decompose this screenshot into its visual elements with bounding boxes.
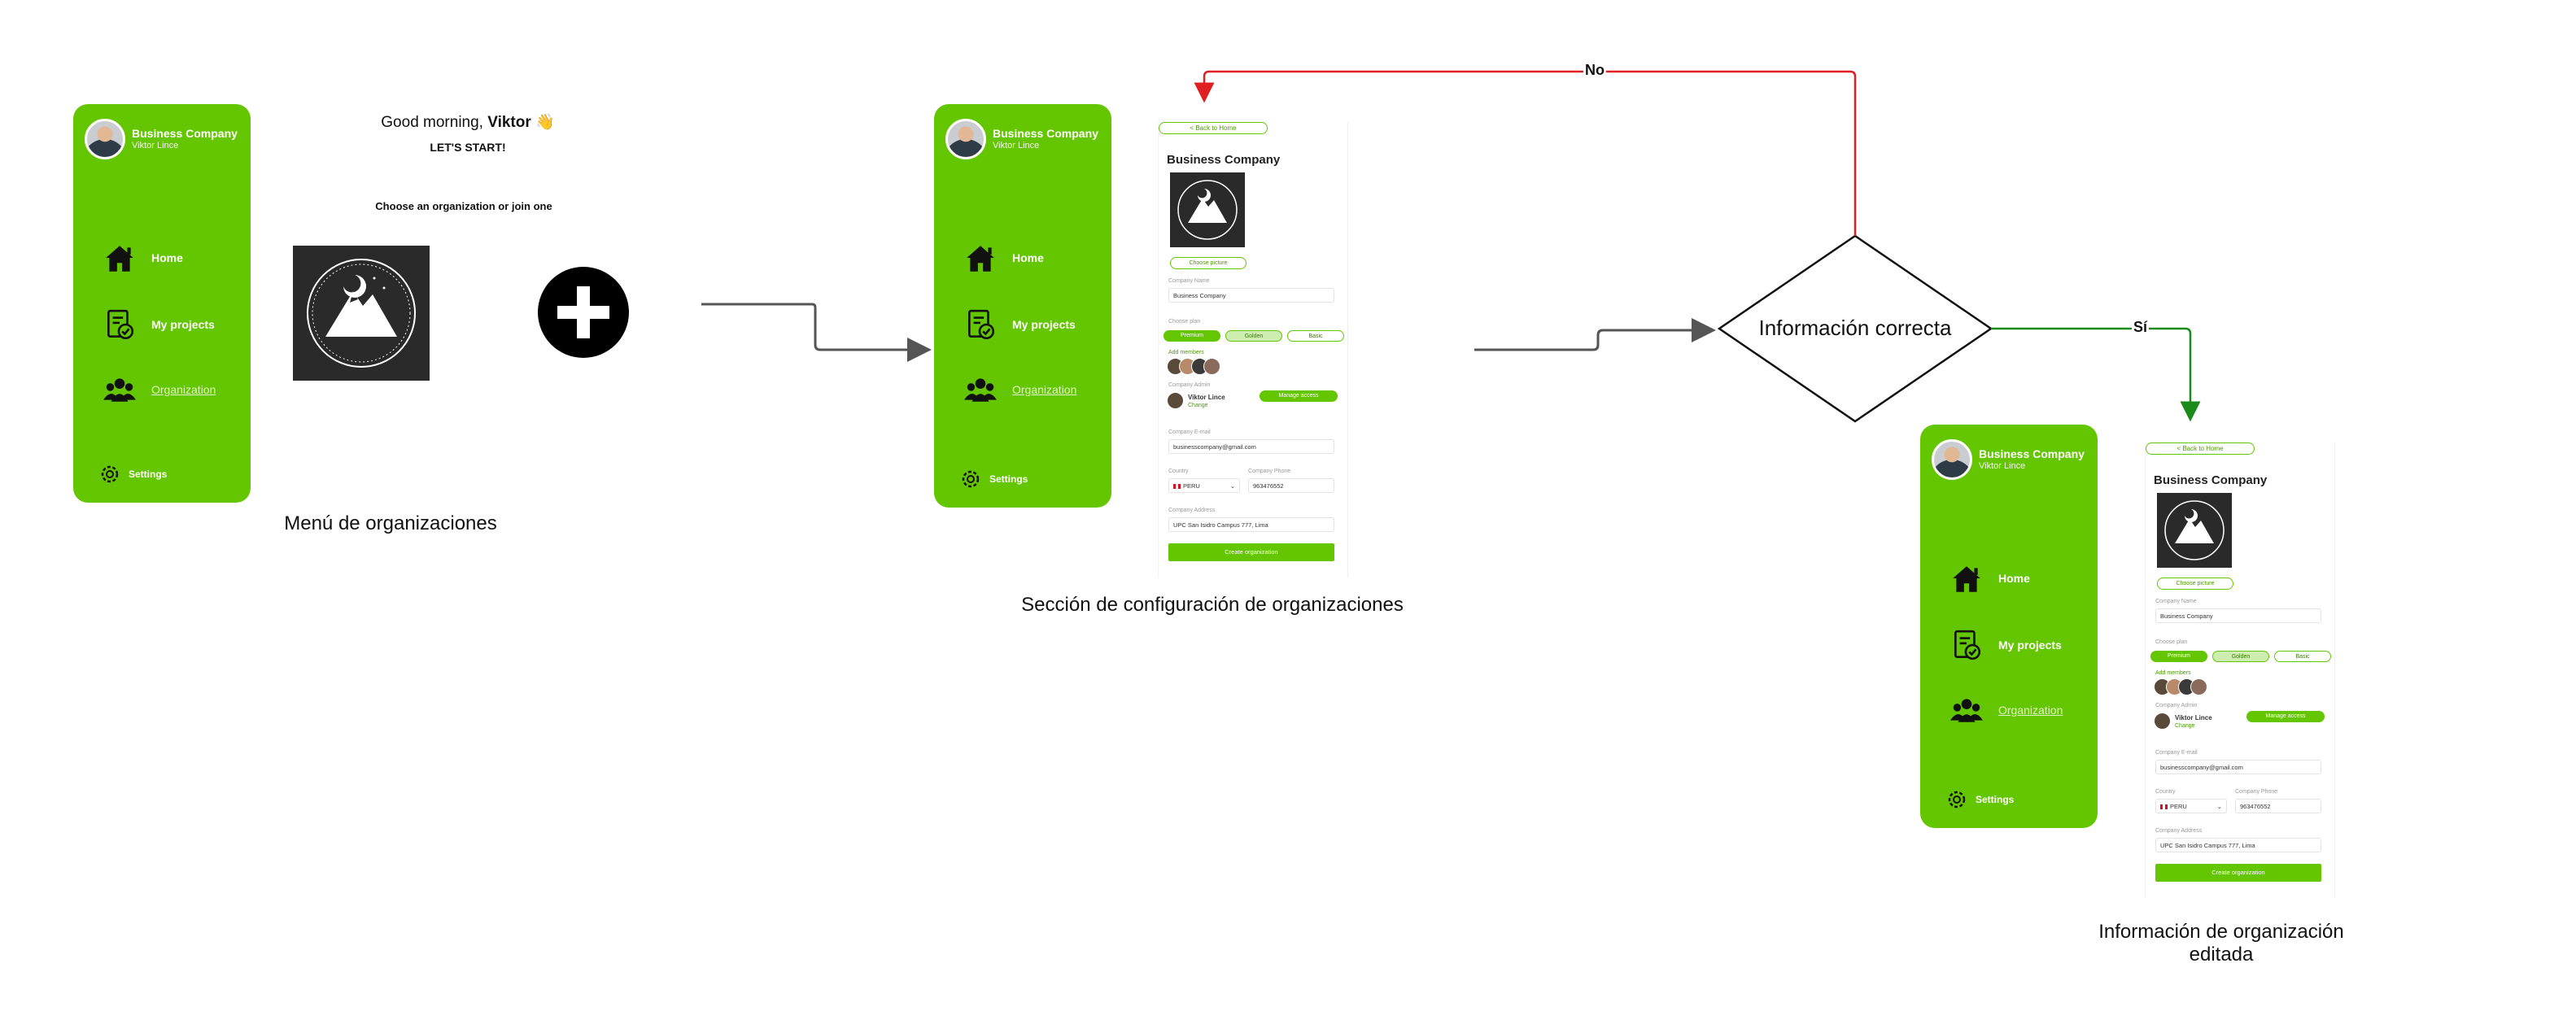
flow-arrow-config-to-decision xyxy=(1474,318,1716,351)
decision-label: Información correcta xyxy=(1758,316,1952,340)
flow-arrow-menu-to-config xyxy=(701,303,932,362)
edge-label-no: No xyxy=(1583,62,1606,79)
flow-connectors xyxy=(701,70,2201,423)
flow-arrow-yes xyxy=(1991,327,2201,422)
flow-arrow-no xyxy=(1194,70,1857,236)
edge-label-yes: Sí xyxy=(2132,319,2150,336)
